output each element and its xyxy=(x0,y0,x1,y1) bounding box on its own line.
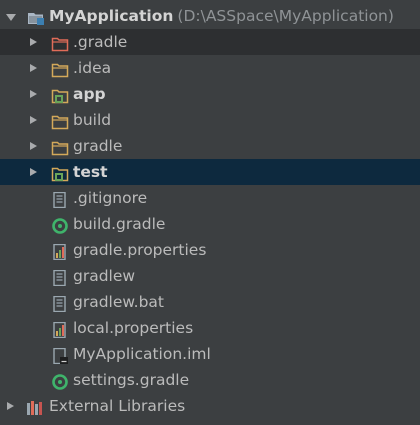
project-tree: MyApplication (D:\ASSpace\MyApplication) … xyxy=(0,3,420,419)
chevron-right-icon[interactable] xyxy=(28,81,40,107)
gradle-file-icon xyxy=(51,216,69,234)
text-file-icon xyxy=(51,190,69,209)
tree-item-label: MyApplication.iml xyxy=(73,345,211,363)
text-file-icon xyxy=(51,268,69,287)
project-path: (D:\ASSpace\MyApplication) xyxy=(177,7,394,25)
tree-item-label: .idea xyxy=(73,59,112,77)
tree-row-folder[interactable]: .gradle xyxy=(0,29,420,55)
tree-item-label: gradlew.bat xyxy=(73,293,164,311)
tree-item-label: settings.gradle xyxy=(73,371,190,389)
chevron-right-icon[interactable] xyxy=(28,29,40,55)
tree-item-label: app xyxy=(73,85,106,103)
text-file-icon xyxy=(51,294,69,313)
properties-file-icon xyxy=(51,242,69,261)
properties-file-icon xyxy=(51,320,69,339)
tree-row-file[interactable]: MyApplication.iml xyxy=(0,341,420,367)
chevron-right-icon[interactable] xyxy=(28,107,40,133)
tree-item-label: build.gradle xyxy=(73,215,166,233)
tree-item-label: gradle xyxy=(73,137,123,155)
tree-row-folder[interactable]: build xyxy=(0,107,420,133)
folder-icon xyxy=(51,60,69,78)
project-root-label: MyApplication (D:\ASSpace\MyApplication) xyxy=(49,7,394,25)
folder-icon xyxy=(51,112,69,130)
chevron-right-icon[interactable] xyxy=(28,159,40,185)
tree-row-folder[interactable]: gradle xyxy=(0,133,420,159)
tree-row-module-selected[interactable]: test xyxy=(0,159,420,185)
tree-row-external-libraries[interactable]: External Libraries xyxy=(0,393,420,419)
tree-item-label: .gradle xyxy=(73,33,128,51)
iml-file-icon xyxy=(51,346,69,365)
gradle-file-icon xyxy=(51,372,69,390)
libraries-icon xyxy=(26,398,44,415)
tree-row-folder[interactable]: .idea xyxy=(0,55,420,81)
chevron-right-icon[interactable] xyxy=(28,55,40,81)
tree-row-file[interactable]: settings.gradle xyxy=(0,367,420,393)
tree-item-label: gradlew xyxy=(73,267,136,285)
chevron-right-icon[interactable] xyxy=(5,393,17,419)
module-folder-icon xyxy=(51,86,69,104)
tree-item-label: .gitignore xyxy=(73,189,148,207)
tree-row-file[interactable]: local.properties xyxy=(0,315,420,341)
tree-row-project-root[interactable]: MyApplication (D:\ASSpace\MyApplication) xyxy=(0,3,420,29)
folder-excluded-icon xyxy=(51,34,69,52)
chevron-down-icon[interactable] xyxy=(6,3,18,29)
tree-row-module[interactable]: app xyxy=(0,81,420,107)
folder-icon xyxy=(51,138,69,156)
module-folder-icon xyxy=(51,164,69,182)
tree-item-label: build xyxy=(73,111,112,129)
tree-item-label: gradle.properties xyxy=(73,241,207,259)
tree-row-file[interactable]: .gitignore xyxy=(0,185,420,211)
tree-row-file[interactable]: gradle.properties xyxy=(0,237,420,263)
chevron-right-icon[interactable] xyxy=(28,133,40,159)
tree-item-label: test xyxy=(73,163,108,181)
project-folder-icon xyxy=(27,8,45,25)
tree-row-file[interactable]: gradlew.bat xyxy=(0,289,420,315)
tree-row-file[interactable]: build.gradle xyxy=(0,211,420,237)
tree-item-label: local.properties xyxy=(73,319,194,337)
tree-row-file[interactable]: gradlew xyxy=(0,263,420,289)
tree-item-label: External Libraries xyxy=(49,397,186,415)
